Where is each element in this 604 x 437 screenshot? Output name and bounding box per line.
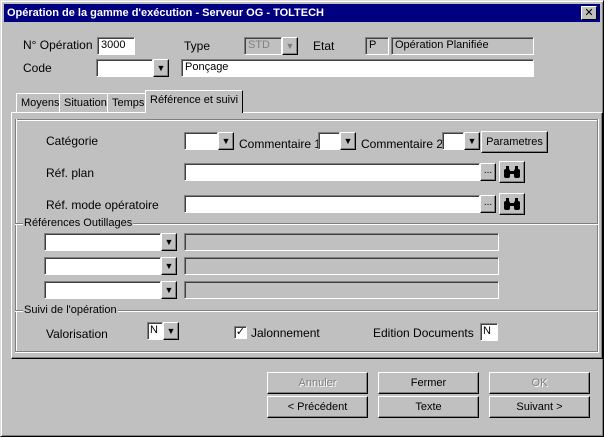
- tab-label: Situation: [64, 97, 107, 109]
- ref-mode-search-button[interactable]: [499, 193, 525, 215]
- binoculars-icon: [503, 166, 521, 182]
- chevron-down-icon: ▼: [164, 261, 174, 271]
- ref-plan-field[interactable]: [184, 163, 480, 181]
- code-field[interactable]: [96, 59, 153, 77]
- outillage-field-3[interactable]: [44, 281, 161, 299]
- annuler-button[interactable]: Annuler: [267, 372, 368, 394]
- tab-label: Référence et suivi: [150, 94, 239, 106]
- dialog-window: Opération de la gamme d'exécution - Serv…: [0, 0, 604, 437]
- chevron-down-icon: ▼: [343, 136, 353, 146]
- edition-documents-field[interactable]: N: [480, 323, 498, 341]
- etat-label: Etat: [313, 39, 335, 53]
- tab-label: Moyens: [21, 97, 60, 109]
- operation-number-field[interactable]: 3000: [97, 37, 135, 55]
- commentaire1-dropdown-button[interactable]: ▼: [340, 132, 356, 150]
- panel-left-groove: [15, 119, 17, 353]
- window-title: Opération de la gamme d'exécution - Serv…: [7, 7, 324, 19]
- chevron-down-icon: ▼: [285, 41, 295, 51]
- valorisation-label: Valorisation: [46, 327, 108, 341]
- code-label: Code: [23, 61, 52, 75]
- commentaire2-dropdown-button[interactable]: ▼: [464, 132, 480, 150]
- fermer-button[interactable]: Fermer: [378, 372, 479, 394]
- tab-label: Temps: [112, 97, 145, 109]
- edition-documents-label: Edition Documents: [373, 326, 474, 340]
- jalonnement-label: Jalonnement: [251, 326, 320, 340]
- close-button[interactable]: ✕: [581, 6, 597, 20]
- binoculars-icon: [503, 198, 521, 214]
- title-bar: Opération de la gamme d'exécution - Serv…: [4, 4, 600, 22]
- panel-top-groove: [15, 119, 598, 121]
- operation-label: N° Opération: [23, 38, 93, 52]
- ref-mode-browse-button[interactable]: ...: [480, 195, 496, 213]
- panel-bottom-groove: [15, 351, 598, 353]
- outillages-group-title: Références Outillages: [23, 217, 134, 229]
- commentaire1-field[interactable]: [318, 132, 340, 150]
- etat-code-field: P: [365, 37, 389, 55]
- suivi-group-title: Suivi de l'opération: [23, 304, 118, 316]
- texte-button[interactable]: Texte: [378, 396, 479, 418]
- ok-button[interactable]: OK: [489, 372, 590, 394]
- ref-plan-browse-button[interactable]: ...: [480, 163, 496, 181]
- outillage-field-2[interactable]: [44, 257, 161, 275]
- ref-plan-label: Réf. plan: [46, 166, 95, 180]
- parametres-button[interactable]: Parametres: [481, 131, 548, 153]
- categorie-label: Catégorie: [46, 134, 99, 148]
- chevron-down-icon: ▼: [164, 237, 174, 247]
- tab-situation[interactable]: Situation: [59, 93, 112, 113]
- type-field: STD: [244, 37, 282, 55]
- commentaire1-label: Commentaire 1: [239, 137, 322, 151]
- code-description-field[interactable]: Ponçage: [181, 59, 534, 77]
- tab-reference-suivi[interactable]: Référence et suivi: [145, 90, 244, 113]
- outillage-dropdown-button-3[interactable]: ▼: [161, 281, 177, 299]
- tab-temps[interactable]: Temps: [107, 93, 150, 113]
- valorisation-dropdown-button[interactable]: ▼: [163, 322, 179, 340]
- precedent-button[interactable]: < Précédent: [267, 396, 368, 418]
- outillage-description-2: [184, 257, 499, 275]
- ref-plan-search-button[interactable]: [499, 161, 525, 183]
- categorie-dropdown-button[interactable]: ▼: [218, 132, 234, 150]
- jalonnement-checkbox[interactable]: ✓: [234, 326, 247, 339]
- commentaire2-label: Commentaire 2: [361, 137, 444, 151]
- etat-description-field: Opération Planifiée: [391, 37, 534, 55]
- outillage-description-3: [184, 281, 499, 299]
- ref-mode-field[interactable]: [184, 195, 480, 213]
- ref-mode-label: Réf. mode opératoire: [46, 198, 159, 212]
- chevron-down-icon: ▼: [467, 136, 477, 146]
- suivant-button[interactable]: Suivant >: [489, 396, 590, 418]
- categorie-field[interactable]: [184, 132, 218, 150]
- type-label: Type: [184, 39, 211, 53]
- valorisation-field[interactable]: N: [147, 322, 163, 340]
- type-dropdown-button: ▼: [282, 37, 298, 55]
- commentaire2-field[interactable]: [442, 132, 464, 150]
- panel-right-groove: [597, 119, 599, 353]
- chevron-down-icon: ▼: [164, 285, 174, 295]
- chevron-down-icon: ▼: [156, 63, 166, 73]
- outillage-dropdown-button-2[interactable]: ▼: [161, 257, 177, 275]
- tab-moyens[interactable]: Moyens: [16, 93, 65, 113]
- chevron-down-icon: ▼: [166, 326, 176, 336]
- outillage-field-1[interactable]: [44, 233, 161, 251]
- chevron-down-icon: ▼: [221, 136, 231, 146]
- outillage-dropdown-button-1[interactable]: ▼: [161, 233, 177, 251]
- outillage-description-1: [184, 233, 499, 251]
- code-dropdown-button[interactable]: ▼: [153, 59, 169, 77]
